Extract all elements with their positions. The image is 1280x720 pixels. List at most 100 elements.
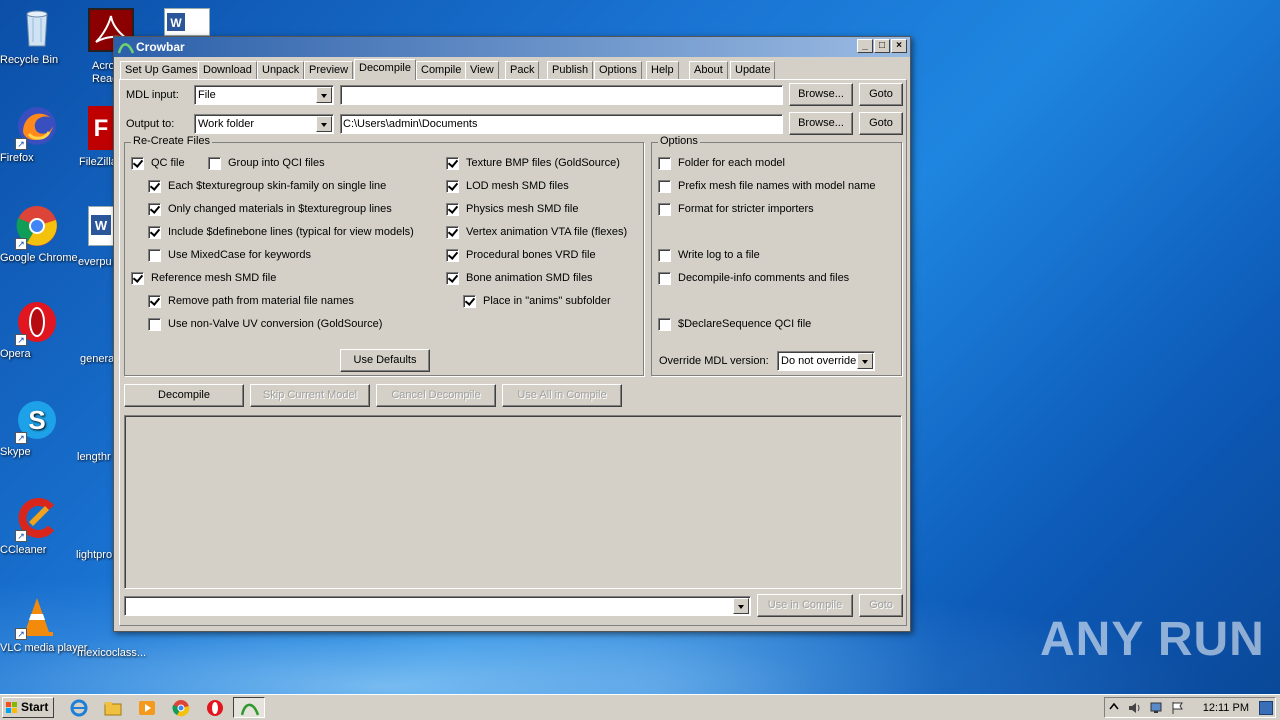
checkbox-box[interactable] [148, 249, 161, 262]
recreate-files-title: Re-Create Files [131, 135, 213, 147]
checkbox-label: Use non-Valve UV conversion (GoldSource) [168, 318, 383, 330]
skip-current-model-button[interactable]: Skip Current Model [250, 384, 370, 407]
tab-options[interactable]: Options [594, 61, 642, 79]
output-mode-select[interactable]: Work folder [194, 114, 334, 134]
desktop-icon-word-doc[interactable]: W [164, 8, 210, 36]
checkbox-box[interactable] [446, 249, 459, 262]
desktop-icon-word-everpu[interactable]: W [88, 206, 114, 246]
chevron-down-icon[interactable] [316, 87, 332, 103]
tab-download[interactable]: Download [198, 61, 257, 79]
checkbox-box[interactable] [658, 180, 671, 193]
desktop-icon-ccleaner[interactable]: ↗ CCleaner [0, 496, 74, 556]
tab-help[interactable]: Help [646, 61, 679, 79]
firefox-icon: ↗ [15, 104, 59, 150]
checkbox-label: Remove path from material file names [168, 295, 354, 307]
checkbox-box[interactable] [446, 157, 459, 170]
tab-view[interactable]: View [465, 61, 499, 79]
mdl-goto-button[interactable]: Goto [859, 83, 903, 106]
network-icon[interactable] [1149, 701, 1165, 715]
show-desktop-button[interactable] [1259, 701, 1273, 715]
tab-pack[interactable]: Pack [505, 61, 540, 79]
media-player-icon[interactable] [138, 699, 156, 717]
desktop-icon-vlc[interactable]: ↗ VLC media player [0, 594, 87, 654]
output-path-field[interactable]: C:\Users\admin\Documents [340, 114, 783, 134]
desktop-icon-opera[interactable]: ↗ Opera [0, 300, 74, 360]
opera-taskbar-icon[interactable] [206, 699, 224, 717]
desktop-icon-filezilla[interactable]: F [88, 106, 114, 150]
desktop-icon-label: Firefox [0, 152, 34, 164]
checkbox-box[interactable] [148, 180, 161, 193]
word-icon: W [91, 215, 111, 235]
checkbox-box[interactable] [131, 157, 144, 170]
tab-unpack[interactable]: Unpack [257, 61, 305, 79]
checkbox-box[interactable] [658, 203, 671, 216]
checkbox-box[interactable] [446, 272, 459, 285]
checkbox-box[interactable] [446, 180, 459, 193]
tab-about[interactable]: About [689, 61, 728, 79]
checkbox-label: Write log to a file [678, 249, 760, 261]
tab-set-up-games[interactable]: Set Up Games [120, 61, 203, 79]
checkbox-label: Decompile-info comments and files [678, 272, 850, 284]
vlc-cone-icon: ↗ [15, 594, 59, 640]
checkbox-box[interactable] [658, 318, 671, 331]
checkbox-box[interactable] [658, 272, 671, 285]
tab-compile[interactable]: Compile [416, 61, 467, 79]
taskbar: Start 12:11 PM [0, 694, 1280, 720]
checkbox-box[interactable] [658, 249, 671, 262]
taskbar-clock[interactable]: 12:11 PM [1203, 702, 1249, 714]
checkbox-box[interactable] [131, 272, 144, 285]
checkbox-box[interactable] [208, 157, 221, 170]
checkbox-box[interactable] [148, 226, 161, 239]
tab-preview[interactable]: Preview [304, 61, 354, 79]
minimize-button[interactable]: _ [857, 39, 873, 53]
checkbox-box[interactable] [446, 226, 459, 239]
checkbox-box[interactable] [463, 295, 476, 308]
start-button[interactable]: Start [2, 697, 54, 718]
chevron-down-icon[interactable] [316, 116, 332, 132]
output-files-select[interactable] [124, 596, 751, 616]
output-browse-button[interactable]: Browse... [789, 112, 853, 135]
mdl-input-path-field[interactable] [340, 85, 783, 105]
log-output-area[interactable] [124, 415, 902, 589]
file-explorer-icon[interactable] [104, 699, 122, 717]
checkbox-label: Procedural bones VRD file [466, 249, 596, 261]
desktop-icon-chrome[interactable]: ↗ Google Chrome [0, 204, 78, 264]
use-all-in-compile-button[interactable]: Use All in Compile [502, 384, 622, 407]
chrome-taskbar-icon[interactable] [172, 699, 190, 717]
cancel-decompile-button[interactable]: Cancel Decompile [376, 384, 496, 407]
use-defaults-button[interactable]: Use Defaults [340, 349, 430, 372]
tab-update[interactable]: Update [730, 61, 776, 79]
skype-icon: S ↗ [15, 398, 59, 444]
use-in-compile-button[interactable]: Use in Compile [757, 594, 853, 617]
chevron-down-icon[interactable] [857, 353, 873, 369]
checkbox-box[interactable] [658, 157, 671, 170]
decompile-button[interactable]: Decompile [124, 384, 244, 407]
crowbar-taskbar-icon [241, 703, 259, 716]
internet-explorer-icon[interactable] [70, 699, 88, 717]
checkbox-box[interactable] [148, 203, 161, 216]
checkbox-label: $DeclareSequence QCI file [678, 318, 812, 330]
desktop-icon-skype[interactable]: S ↗ Skype [0, 398, 74, 458]
title-bar[interactable]: Crowbar _ □ × [114, 37, 910, 57]
mdl-browse-button[interactable]: Browse... [789, 83, 853, 106]
close-button[interactable]: × [891, 39, 907, 53]
tab-decompile[interactable]: Decompile [354, 59, 416, 80]
checkbox-label: Bone animation SMD files [466, 272, 593, 284]
show-hidden-icons-icon[interactable] [1109, 702, 1119, 714]
checkbox-box[interactable] [148, 295, 161, 308]
checkbox-box[interactable] [446, 203, 459, 216]
crowbar-taskbar-button[interactable] [233, 697, 265, 718]
volume-icon[interactable] [1127, 701, 1143, 715]
output-goto-button[interactable]: Goto [859, 112, 903, 135]
desktop-icon-recycle-bin[interactable]: Recycle Bin [0, 6, 74, 66]
bottom-goto-button[interactable]: Goto [859, 594, 903, 617]
desktop-icon-firefox[interactable]: ↗ Firefox [0, 104, 74, 164]
checkbox-box[interactable] [148, 318, 161, 331]
chrome-icon: ↗ [15, 204, 59, 250]
action-center-flag-icon[interactable] [1171, 701, 1185, 715]
tab-publish[interactable]: Publish [547, 61, 594, 79]
maximize-button[interactable]: □ [874, 39, 890, 53]
chevron-down-icon[interactable] [733, 598, 749, 614]
override-mdl-version-select[interactable]: Do not override [777, 351, 875, 371]
mdl-input-mode-select[interactable]: File [194, 85, 334, 105]
